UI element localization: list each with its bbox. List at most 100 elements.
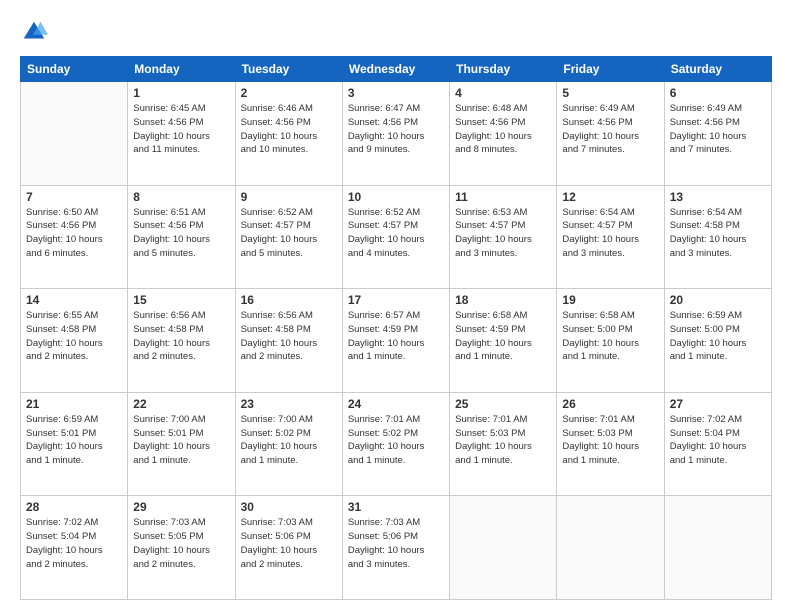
calendar-cell: 18 Sunrise: 6:58 AM Sunset: 4:59 PM Dayli… [450, 289, 557, 393]
calendar-cell: 1Sunrise: 6:45 AM Sunset: 4:56 PM Daylig… [128, 82, 235, 186]
day-info: Sunrise: 7:01 AM Sunset: 5:02 PM Dayligh… [348, 413, 444, 468]
calendar-cell: 25Sunrise: 7:01 AM Sunset: 5:03 PM Dayli… [450, 392, 557, 496]
calendar-cell: 29 Sunrise: 7:03 AM Sunset: 5:05 PM Dayli… [128, 496, 235, 600]
day-number: 13 [670, 190, 766, 204]
calendar-week-3: 14 Sunrise: 6:55 AM Sunset: 4:58 PM Dayli… [21, 289, 772, 393]
day-info: Sunrise: 6:55 AM Sunset: 4:58 PM Dayligh… [26, 309, 122, 364]
day-number: 22 [133, 397, 229, 411]
day-number: 16 [241, 293, 337, 307]
calendar-header-monday: Monday [128, 57, 235, 82]
day-number: 1 [133, 86, 229, 100]
calendar-week-1: 1Sunrise: 6:45 AM Sunset: 4:56 PM Daylig… [21, 82, 772, 186]
day-number: 21 [26, 397, 122, 411]
calendar-cell [450, 496, 557, 600]
day-info: Sunrise: 6:51 AM Sunset: 4:56 PM Dayligh… [133, 206, 229, 261]
calendar-table: SundayMondayTuesdayWednesdayThursdayFrid… [20, 56, 772, 600]
logo [20, 18, 52, 46]
day-info: Sunrise: 7:03 AM Sunset: 5:06 PM Dayligh… [348, 516, 444, 571]
calendar-week-4: 21Sunrise: 6:59 AM Sunset: 5:01 PM Dayli… [21, 392, 772, 496]
day-number: 8 [133, 190, 229, 204]
day-number: 14 [26, 293, 122, 307]
day-info: Sunrise: 6:50 AM Sunset: 4:56 PM Dayligh… [26, 206, 122, 261]
day-number: 28 [26, 500, 122, 514]
day-info: Sunrise: 6:59 AM Sunset: 5:00 PM Dayligh… [670, 309, 766, 364]
calendar-cell: 26Sunrise: 7:01 AM Sunset: 5:03 PM Dayli… [557, 392, 664, 496]
calendar-cell: 10 Sunrise: 6:52 AM Sunset: 4:57 PM Dayli… [342, 185, 449, 289]
day-number: 19 [562, 293, 658, 307]
calendar-cell: 7 Sunrise: 6:50 AM Sunset: 4:56 PM Daylig… [21, 185, 128, 289]
calendar-cell: 16 Sunrise: 6:56 AM Sunset: 4:58 PM Dayli… [235, 289, 342, 393]
calendar-cell [557, 496, 664, 600]
calendar-cell: 6Sunrise: 6:49 AM Sunset: 4:56 PM Daylig… [664, 82, 771, 186]
calendar-cell: 19 Sunrise: 6:58 AM Sunset: 5:00 PM Dayli… [557, 289, 664, 393]
day-info: Sunrise: 6:56 AM Sunset: 4:58 PM Dayligh… [241, 309, 337, 364]
header [20, 18, 772, 46]
calendar-cell: 20 Sunrise: 6:59 AM Sunset: 5:00 PM Dayli… [664, 289, 771, 393]
day-number: 18 [455, 293, 551, 307]
day-info: Sunrise: 6:53 AM Sunset: 4:57 PM Dayligh… [455, 206, 551, 261]
calendar-cell: 17Sunrise: 6:57 AM Sunset: 4:59 PM Dayli… [342, 289, 449, 393]
day-info: Sunrise: 7:00 AM Sunset: 5:02 PM Dayligh… [241, 413, 337, 468]
day-number: 30 [241, 500, 337, 514]
calendar-cell: 9Sunrise: 6:52 AM Sunset: 4:57 PM Daylig… [235, 185, 342, 289]
calendar-header-thursday: Thursday [450, 57, 557, 82]
day-info: Sunrise: 6:58 AM Sunset: 5:00 PM Dayligh… [562, 309, 658, 364]
calendar-cell: 11Sunrise: 6:53 AM Sunset: 4:57 PM Dayli… [450, 185, 557, 289]
calendar-cell: 23 Sunrise: 7:00 AM Sunset: 5:02 PM Dayli… [235, 392, 342, 496]
calendar-header-sunday: Sunday [21, 57, 128, 82]
day-number: 3 [348, 86, 444, 100]
day-info: Sunrise: 6:56 AM Sunset: 4:58 PM Dayligh… [133, 309, 229, 364]
calendar-header-wednesday: Wednesday [342, 57, 449, 82]
calendar-cell: 8 Sunrise: 6:51 AM Sunset: 4:56 PM Daylig… [128, 185, 235, 289]
calendar-cell [664, 496, 771, 600]
day-number: 20 [670, 293, 766, 307]
day-number: 7 [26, 190, 122, 204]
calendar-header-saturday: Saturday [664, 57, 771, 82]
day-info: Sunrise: 6:49 AM Sunset: 4:56 PM Dayligh… [670, 102, 766, 157]
calendar-header-tuesday: Tuesday [235, 57, 342, 82]
calendar-header-friday: Friday [557, 57, 664, 82]
calendar-cell: 28 Sunrise: 7:02 AM Sunset: 5:04 PM Dayli… [21, 496, 128, 600]
calendar-cell: 13 Sunrise: 6:54 AM Sunset: 4:58 PM Dayli… [664, 185, 771, 289]
day-number: 12 [562, 190, 658, 204]
day-info: Sunrise: 7:02 AM Sunset: 5:04 PM Dayligh… [26, 516, 122, 571]
day-info: Sunrise: 6:52 AM Sunset: 4:57 PM Dayligh… [348, 206, 444, 261]
calendar-cell: 14 Sunrise: 6:55 AM Sunset: 4:58 PM Dayli… [21, 289, 128, 393]
day-number: 26 [562, 397, 658, 411]
day-number: 9 [241, 190, 337, 204]
day-info: Sunrise: 6:58 AM Sunset: 4:59 PM Dayligh… [455, 309, 551, 364]
calendar-cell: 12 Sunrise: 6:54 AM Sunset: 4:57 PM Dayli… [557, 185, 664, 289]
day-info: Sunrise: 6:57 AM Sunset: 4:59 PM Dayligh… [348, 309, 444, 364]
calendar-cell: 4Sunrise: 6:48 AM Sunset: 4:56 PM Daylig… [450, 82, 557, 186]
day-number: 4 [455, 86, 551, 100]
day-number: 10 [348, 190, 444, 204]
day-info: Sunrise: 6:49 AM Sunset: 4:56 PM Dayligh… [562, 102, 658, 157]
day-info: Sunrise: 6:47 AM Sunset: 4:56 PM Dayligh… [348, 102, 444, 157]
calendar-cell [21, 82, 128, 186]
page: SundayMondayTuesdayWednesdayThursdayFrid… [0, 0, 792, 612]
calendar-cell: 27 Sunrise: 7:02 AM Sunset: 5:04 PM Dayli… [664, 392, 771, 496]
calendar-cell: 21Sunrise: 6:59 AM Sunset: 5:01 PM Dayli… [21, 392, 128, 496]
day-info: Sunrise: 7:00 AM Sunset: 5:01 PM Dayligh… [133, 413, 229, 468]
day-number: 31 [348, 500, 444, 514]
calendar-cell: 2 Sunrise: 6:46 AM Sunset: 4:56 PM Daylig… [235, 82, 342, 186]
day-info: Sunrise: 7:03 AM Sunset: 5:06 PM Dayligh… [241, 516, 337, 571]
calendar-cell: 5Sunrise: 6:49 AM Sunset: 4:56 PM Daylig… [557, 82, 664, 186]
calendar-cell: 31 Sunrise: 7:03 AM Sunset: 5:06 PM Dayli… [342, 496, 449, 600]
calendar-week-5: 28 Sunrise: 7:02 AM Sunset: 5:04 PM Dayli… [21, 496, 772, 600]
calendar-cell: 3 Sunrise: 6:47 AM Sunset: 4:56 PM Daylig… [342, 82, 449, 186]
day-number: 27 [670, 397, 766, 411]
day-info: Sunrise: 6:54 AM Sunset: 4:58 PM Dayligh… [670, 206, 766, 261]
day-number: 15 [133, 293, 229, 307]
day-number: 24 [348, 397, 444, 411]
day-info: Sunrise: 6:46 AM Sunset: 4:56 PM Dayligh… [241, 102, 337, 157]
day-info: Sunrise: 7:01 AM Sunset: 5:03 PM Dayligh… [455, 413, 551, 468]
day-info: Sunrise: 7:03 AM Sunset: 5:05 PM Dayligh… [133, 516, 229, 571]
day-number: 29 [133, 500, 229, 514]
day-number: 23 [241, 397, 337, 411]
calendar-cell: 15 Sunrise: 6:56 AM Sunset: 4:58 PM Dayli… [128, 289, 235, 393]
day-number: 2 [241, 86, 337, 100]
day-info: Sunrise: 6:54 AM Sunset: 4:57 PM Dayligh… [562, 206, 658, 261]
calendar-header-row: SundayMondayTuesdayWednesdayThursdayFrid… [21, 57, 772, 82]
day-info: Sunrise: 7:02 AM Sunset: 5:04 PM Dayligh… [670, 413, 766, 468]
